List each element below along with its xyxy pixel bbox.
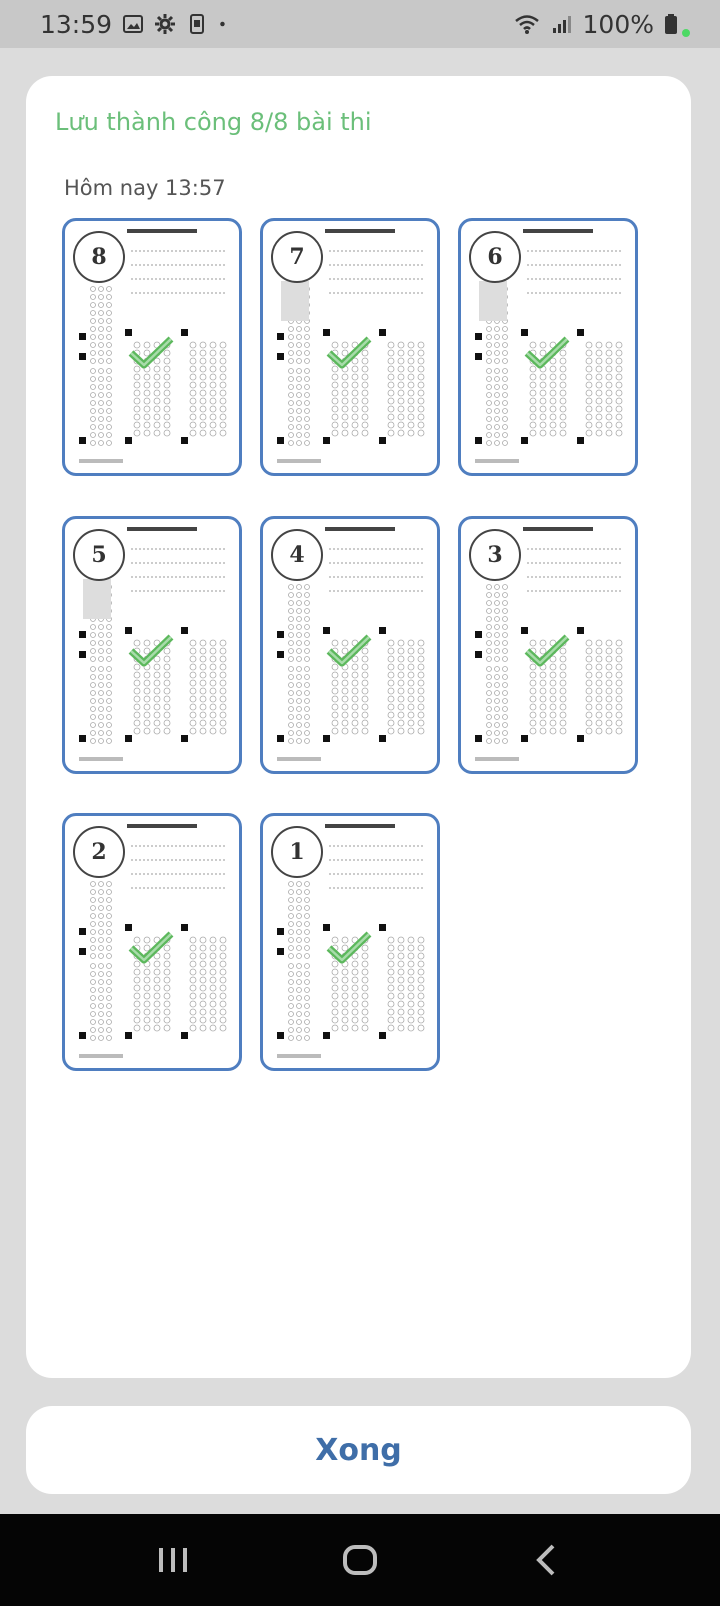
navigation-bar [0, 1514, 720, 1606]
privacy-indicator-dot [682, 29, 690, 37]
sheet-number-badge: 4 [271, 529, 323, 581]
recent-apps-button[interactable] [143, 1530, 203, 1590]
sheet-thumbnail[interactable]: 6 [458, 218, 638, 476]
status-bar: 13:59 100% [0, 0, 720, 48]
check-icon [326, 336, 372, 369]
gallery-icon [123, 15, 144, 33]
battery-percent: 100% [582, 9, 654, 39]
sheet-number-badge: 1 [271, 826, 323, 878]
status-time: 13:59 [40, 9, 113, 39]
dot-icon [220, 21, 225, 27]
sheet-thumbnail[interactable]: 8 [62, 218, 242, 476]
settings-gear-icon [155, 14, 176, 34]
back-icon [535, 1544, 555, 1576]
sheet-thumbnail[interactable]: 5 [62, 516, 242, 774]
date-group-label: Hôm nay 13:57 [64, 176, 226, 200]
signal-icon [552, 16, 571, 33]
check-icon [326, 931, 372, 964]
status-bar-right: 100% [513, 10, 690, 39]
wifi-icon [514, 15, 539, 34]
sheet-number-badge: 6 [469, 231, 521, 283]
check-icon [524, 634, 570, 667]
sheet-number-badge: 3 [469, 529, 521, 581]
battery-icon [665, 14, 677, 34]
check-icon [326, 634, 372, 667]
check-icon [524, 336, 570, 369]
save-result-dialog: Lưu thành công 8/8 bài thi Hôm nay 13:57… [26, 76, 691, 1378]
sheet-number-badge: 2 [73, 826, 125, 878]
home-button[interactable] [330, 1530, 390, 1590]
check-icon [128, 336, 174, 369]
sheet-number-badge: 5 [73, 529, 125, 581]
status-bar-left: 13:59 [40, 10, 232, 39]
sheet-thumbnail[interactable]: 3 [458, 516, 638, 774]
sheet-thumbnail[interactable]: 1 [260, 813, 440, 1071]
check-icon [128, 634, 174, 667]
sheet-number-badge: 8 [73, 231, 125, 283]
check-icon [128, 931, 174, 964]
done-button[interactable]: Xong [26, 1406, 691, 1494]
sheet-number-badge: 7 [271, 231, 323, 283]
sheet-thumbnail[interactable]: 7 [260, 218, 440, 476]
dialog-title: Lưu thành công 8/8 bài thi [55, 108, 372, 136]
sheet-thumbnail[interactable]: 4 [260, 516, 440, 774]
recent-apps-icon [159, 1548, 188, 1572]
back-button[interactable] [517, 1530, 577, 1590]
home-icon [342, 1545, 377, 1575]
sheet-thumbnail[interactable]: 2 [62, 813, 242, 1071]
screen-recorder-icon [190, 14, 205, 34]
